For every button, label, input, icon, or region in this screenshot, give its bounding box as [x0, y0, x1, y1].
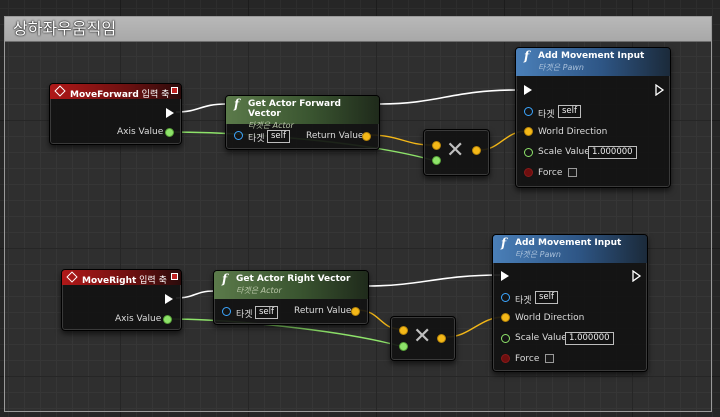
- scale-value-pin[interactable]: [524, 148, 533, 157]
- pure-node-header: f Get Actor Right Vector 타겟은 Actor: [214, 271, 368, 299]
- force-label: Force: [515, 354, 540, 364]
- world-direction-pin[interactable]: [501, 313, 510, 322]
- add-movement-input-node[interactable]: f Add Movement Input 타겟은 Pawn 타겟 self Wo…: [492, 234, 648, 372]
- scale-value-label: Scale Value: [538, 147, 590, 157]
- event-suffix: 입력 축: [136, 276, 167, 286]
- event-name: MoveRight: [82, 276, 137, 286]
- target-label: 타겟: [515, 296, 532, 306]
- delegate-pin-icon[interactable]: [171, 273, 178, 280]
- multiply-input-b-pin[interactable]: [399, 342, 408, 351]
- return-value-label: Return Value: [306, 131, 364, 141]
- input-axis-event-node[interactable]: MoveForward 입력 축 Axis Value: [49, 83, 182, 145]
- multiply-icon: ✕: [413, 324, 432, 349]
- event-name: MoveForward: [70, 90, 139, 100]
- scale-value-field[interactable]: 1.000000: [565, 332, 614, 345]
- function-f-icon: f: [524, 49, 530, 63]
- world-direction-pin[interactable]: [524, 127, 533, 136]
- exec-out-pin-icon[interactable]: [166, 108, 174, 118]
- multiply-input-a-pin[interactable]: [432, 141, 441, 150]
- force-pin[interactable]: [501, 354, 510, 363]
- event-diamond-icon: [66, 271, 78, 283]
- axis-value-pin[interactable]: [163, 315, 172, 324]
- function-node-header: f Add Movement Input 타겟은 Pawn: [516, 48, 670, 76]
- exec-in-pin-icon[interactable]: [501, 271, 509, 281]
- scale-value-field[interactable]: 1.000000: [588, 146, 637, 159]
- return-value-pin[interactable]: [351, 307, 360, 316]
- exec-out-pin-icon[interactable]: [165, 294, 173, 304]
- delegate-pin-icon[interactable]: [171, 87, 178, 94]
- function-node-header: f Add Movement Input 타겟은 Pawn: [493, 235, 647, 263]
- world-direction-label: World Direction: [515, 313, 585, 323]
- force-pin[interactable]: [524, 168, 533, 177]
- function-f-icon: f: [501, 236, 507, 250]
- function-f-icon: f: [222, 272, 228, 286]
- comment-title[interactable]: 상하좌우움직임: [5, 17, 711, 42]
- axis-value-pin[interactable]: [165, 128, 174, 137]
- target-label: 타겟: [538, 110, 555, 120]
- multiply-node[interactable]: ✕: [423, 129, 490, 176]
- add-movement-input-node[interactable]: f Add Movement Input 타겟은 Pawn 타겟 self Wo…: [515, 47, 671, 188]
- multiply-output-pin[interactable]: [437, 334, 446, 343]
- force-label: Force: [538, 168, 563, 178]
- get-actor-vector-node[interactable]: f Get Actor Forward Vector 타겟은 Actor 타겟 …: [225, 95, 380, 150]
- target-self-field[interactable]: self: [255, 306, 279, 319]
- target-self-field[interactable]: self: [558, 105, 582, 118]
- axis-value-label: Axis Value: [117, 127, 164, 137]
- exec-out-pin-icon[interactable]: [655, 84, 665, 96]
- target-self-field[interactable]: self: [535, 291, 559, 304]
- multiply-output-pin[interactable]: [472, 146, 481, 155]
- function-f-icon: f: [234, 97, 240, 111]
- node-subtitle: 타겟은 Pawn: [515, 250, 561, 259]
- exec-out-pin-icon[interactable]: [632, 270, 642, 282]
- node-title: Add Movement Input: [538, 51, 645, 61]
- target-label: 타겟: [248, 134, 265, 144]
- node-title: Get Actor Right Vector: [236, 274, 351, 284]
- pure-node-header: f Get Actor Forward Vector 타겟은 Actor: [226, 96, 379, 130]
- multiply-icon: ✕: [446, 138, 465, 163]
- event-node-header: MoveRight 입력 축: [62, 270, 181, 286]
- axis-value-label: Axis Value: [115, 314, 162, 324]
- input-axis-event-node[interactable]: MoveRight 입력 축 Axis Value: [61, 269, 182, 331]
- target-pin[interactable]: [524, 107, 533, 116]
- multiply-input-a-pin[interactable]: [399, 326, 408, 335]
- scale-value-pin[interactable]: [501, 334, 510, 343]
- exec-in-pin-icon[interactable]: [524, 85, 532, 95]
- event-node-header: MoveForward 입력 축: [50, 84, 181, 100]
- scale-value-label: Scale Value: [515, 333, 567, 343]
- multiply-node[interactable]: ✕: [390, 316, 456, 361]
- blueprint-graph-canvas[interactable]: 상하좌우움직임 MoveForward 입력 축 Axis Value f Ge…: [0, 0, 720, 417]
- node-title: Get Actor Forward Vector: [248, 99, 341, 119]
- get-actor-vector-node[interactable]: f Get Actor Right Vector 타겟은 Actor 타겟 se…: [213, 270, 369, 325]
- checkbox-icon[interactable]: [568, 168, 577, 177]
- target-label: 타겟: [236, 310, 253, 320]
- checkbox-icon[interactable]: [545, 354, 554, 363]
- return-value-label: Return Value: [294, 306, 352, 316]
- event-suffix: 입력 축: [138, 90, 170, 100]
- target-pin[interactable]: [222, 307, 231, 316]
- node-subtitle: 타겟은 Actor: [236, 286, 282, 295]
- target-pin[interactable]: [501, 293, 510, 302]
- node-title: Add Movement Input: [515, 238, 622, 248]
- world-direction-label: World Direction: [538, 127, 608, 137]
- node-subtitle: 타겟은 Pawn: [538, 63, 584, 72]
- multiply-input-b-pin[interactable]: [432, 156, 441, 165]
- target-pin[interactable]: [234, 131, 243, 140]
- event-diamond-icon: [54, 85, 66, 97]
- target-self-field[interactable]: self: [267, 130, 291, 143]
- return-value-pin[interactable]: [362, 132, 371, 141]
